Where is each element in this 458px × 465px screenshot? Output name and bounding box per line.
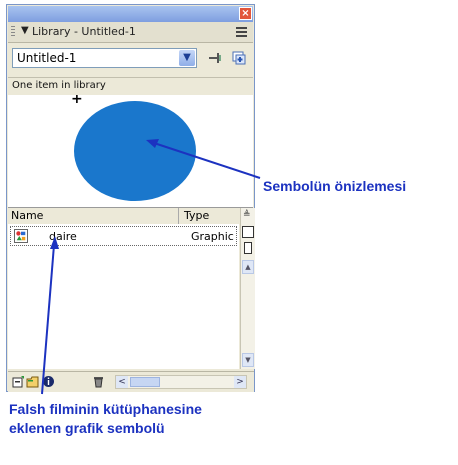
scroll-right-button[interactable]: > — [234, 376, 246, 388]
column-header-type[interactable]: Type — [184, 209, 209, 222]
library-document-select[interactable]: Untitled-1 ▼ — [12, 48, 197, 68]
scroll-up-button[interactable]: ▲ — [242, 260, 254, 274]
pin-library-icon[interactable] — [208, 51, 222, 65]
grip-icon[interactable] — [11, 26, 15, 38]
close-icon[interactable]: × — [239, 7, 252, 20]
panel-title: Library - Untitled-1 — [32, 25, 136, 38]
library-panel: × ▼ Library - Untitled-1 Untitled-1 ▼ On… — [6, 4, 255, 392]
symbol-preview: + — [8, 95, 253, 208]
symbol-annotation-line2: eklenen grafik sembolü — [9, 420, 165, 436]
collapse-arrow-icon[interactable]: ▼ — [21, 25, 29, 36]
new-library-panel-icon[interactable] — [232, 51, 246, 65]
new-symbol-icon[interactable] — [12, 375, 25, 388]
registration-mark-icon: + — [71, 95, 83, 107]
library-toolbar: < > — [8, 371, 254, 392]
chevron-down-icon[interactable]: ▼ — [179, 50, 195, 66]
item-name: daire — [49, 230, 77, 243]
options-menu-icon[interactable] — [236, 27, 247, 37]
item-count-bar: One item in library — [8, 77, 253, 97]
properties-icon[interactable] — [42, 375, 55, 388]
graphic-symbol-icon — [14, 229, 28, 243]
panel-titlebar[interactable]: ▼ Library - Untitled-1 — [8, 22, 253, 43]
document-select-value: Untitled-1 — [17, 51, 77, 65]
new-folder-icon[interactable] — [26, 375, 39, 388]
scroll-thumb[interactable] — [130, 377, 160, 387]
library-item-row[interactable]: daire Graphic — [10, 226, 237, 246]
wide-state-button[interactable] — [242, 226, 254, 238]
horizontal-scrollbar[interactable]: < > — [115, 375, 247, 389]
list-header: Name Type — [8, 208, 239, 225]
scroll-down-button[interactable]: ▼ — [242, 353, 254, 367]
trash-icon[interactable] — [92, 375, 105, 388]
panel-top-strip: × — [8, 6, 253, 22]
preview-circle-shape — [74, 101, 196, 201]
column-header-name[interactable]: Name — [11, 209, 43, 222]
sort-order-icon[interactable]: ≜ — [243, 210, 251, 220]
item-count-text: One item in library — [12, 80, 106, 91]
scroll-left-button[interactable]: < — [116, 376, 128, 388]
library-item-list: daire Graphic — [8, 224, 239, 369]
item-type: Graphic — [191, 230, 234, 243]
preview-annotation: Sembolün önizlemesi — [263, 178, 407, 194]
vertical-scrollbar[interactable]: ≜ ▲ ▼ — [240, 208, 255, 369]
symbol-annotation-line1: Falsh filminin kütüphanesine — [9, 401, 202, 417]
narrow-state-button[interactable] — [244, 242, 252, 254]
column-divider[interactable] — [178, 208, 179, 224]
